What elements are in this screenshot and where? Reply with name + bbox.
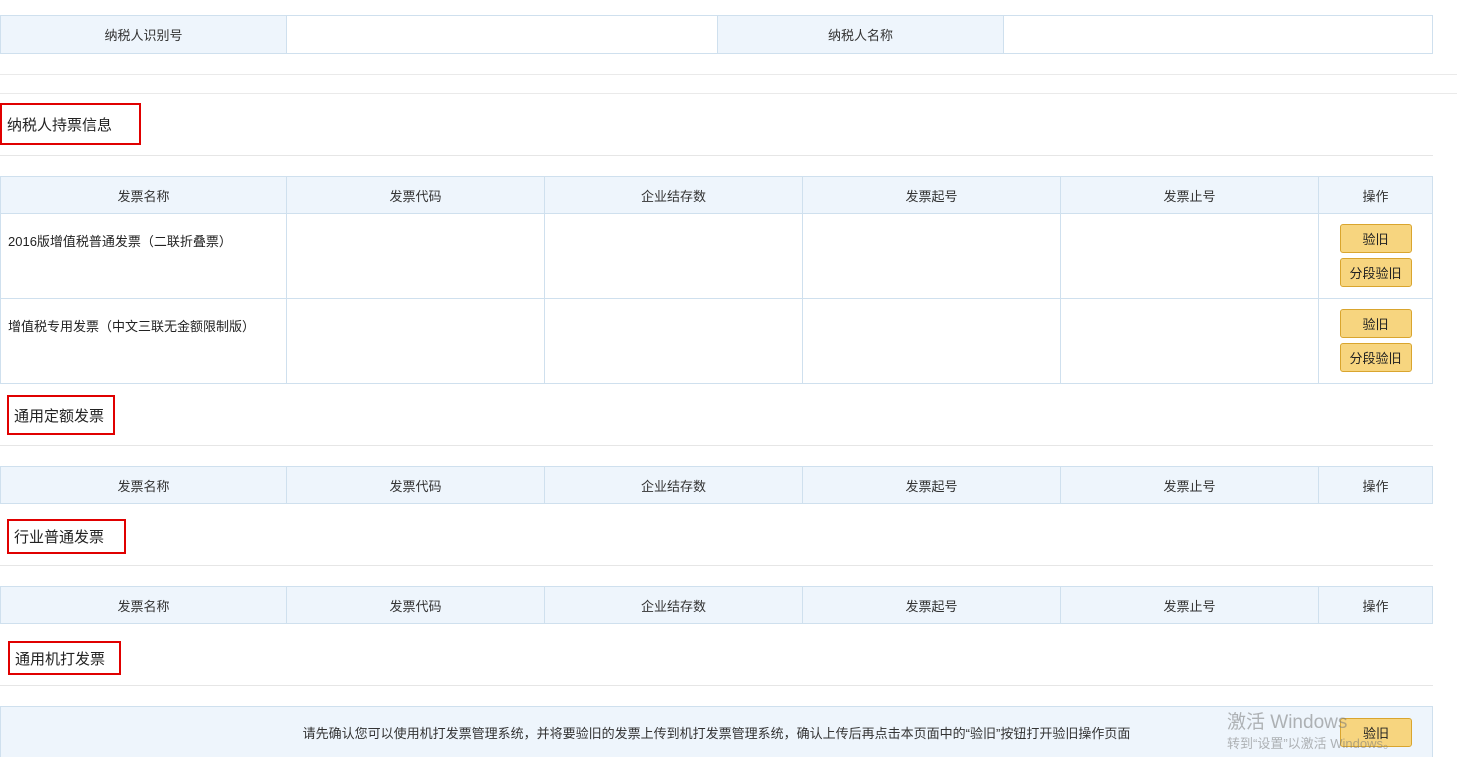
section-title-held-invoices: 纳税人持票信息 xyxy=(0,103,141,145)
table-header: 发票名称 发票代码 企业结存数 发票起号 发票止号 操作 xyxy=(1,587,1432,623)
table-row: 2016版增值税普通发票（二联折叠票） 验旧 分段验旧 xyxy=(1,213,1432,298)
start-number-cell xyxy=(803,214,1061,298)
section-title-industry-invoices: 行业普通发票 xyxy=(7,519,126,554)
column-header-start-number: 发票起号 xyxy=(803,467,1061,503)
table-row: 增值税专用发票（中文三联无金额限制版） 验旧 分段验旧 xyxy=(1,298,1432,383)
column-header-end-number: 发票止号 xyxy=(1061,467,1319,503)
column-header-invoice-name: 发票名称 xyxy=(1,177,287,213)
segment-verify-button[interactable]: 分段验旧 xyxy=(1339,258,1412,287)
invoice-name-cell: 2016版增值税普通发票（二联折叠票） xyxy=(1,214,287,298)
actions-cell: 验旧 分段验旧 xyxy=(1319,299,1432,383)
column-header-actions: 操作 xyxy=(1362,188,1389,204)
machine-verify-button[interactable]: 验旧 xyxy=(1340,718,1412,747)
machine-invoice-notice: 请先确认您可以使用机打发票管理系统，并将要验旧的发票上传到机打发票管理系统，确认… xyxy=(0,706,1433,757)
column-header-end-number: 发票止号 xyxy=(1061,587,1319,623)
column-header-end-number: 发票止号 xyxy=(1061,177,1319,213)
divider xyxy=(0,445,1433,446)
invoice-code-cell xyxy=(287,214,545,298)
column-header-invoice-code: 发票代码 xyxy=(287,467,545,503)
divider xyxy=(0,565,1433,566)
divider xyxy=(0,155,1433,156)
column-header-invoice-name: 发票名称 xyxy=(1,467,287,503)
industry-invoices-table: 发票名称 发票代码 企业结存数 发票起号 发票止号 操作 xyxy=(0,586,1433,624)
invoice-verification-page: 纳税人识别号 纳税人名称 纳税人持票信息 发票名称 发票代码 企业结存数 发票起… xyxy=(0,0,1457,757)
segment-verify-button[interactable]: 分段验旧 xyxy=(1339,343,1412,372)
column-header-invoice-name: 发票名称 xyxy=(1,587,287,623)
column-header-start-number: 发票起号 xyxy=(803,587,1061,623)
column-header-stock-count: 企业结存数 xyxy=(545,587,803,623)
column-header-actions: 操作 xyxy=(1362,478,1389,494)
invoice-code-cell xyxy=(287,299,545,383)
invoice-name-cell: 增值税专用发票（中文三联无金额限制版） xyxy=(1,299,287,383)
verify-button[interactable]: 验旧 xyxy=(1339,309,1412,338)
column-header-stock-count: 企业结存数 xyxy=(545,467,803,503)
end-number-cell xyxy=(1061,299,1319,383)
quota-invoices-table: 发票名称 发票代码 企业结存数 发票起号 发票止号 操作 xyxy=(0,466,1433,504)
taxpayer-name-value xyxy=(1004,16,1432,53)
section-separator xyxy=(0,74,1457,94)
column-header-start-number: 发票起号 xyxy=(803,177,1061,213)
divider xyxy=(0,685,1433,686)
verify-button[interactable]: 验旧 xyxy=(1339,224,1412,253)
table-header: 发票名称 发票代码 企业结存数 发票起号 发票止号 操作 xyxy=(1,467,1432,503)
column-header-actions: 操作 xyxy=(1362,598,1389,614)
taxpayer-info-row: 纳税人识别号 纳税人名称 xyxy=(0,15,1433,54)
section-title-quota-invoices: 通用定额发票 xyxy=(7,395,115,435)
stock-count-cell xyxy=(545,299,803,383)
section-title-machine-invoices: 通用机打发票 xyxy=(8,641,121,675)
actions-cell: 验旧 分段验旧 xyxy=(1319,214,1432,298)
stock-count-cell xyxy=(545,214,803,298)
taxpayer-id-value xyxy=(287,16,718,53)
start-number-cell xyxy=(803,299,1061,383)
end-number-cell xyxy=(1061,214,1319,298)
column-header-invoice-code: 发票代码 xyxy=(287,177,545,213)
column-header-invoice-code: 发票代码 xyxy=(287,587,545,623)
held-invoices-table: 发票名称 发票代码 企业结存数 发票起号 发票止号 操作 2016版增值税普通发… xyxy=(0,176,1433,384)
taxpayer-id-label: 纳税人识别号 xyxy=(1,16,287,53)
taxpayer-name-label: 纳税人名称 xyxy=(718,16,1004,53)
notice-text: 请先确认您可以使用机打发票管理系统，并将要验旧的发票上传到机打发票管理系统，确认… xyxy=(302,725,1131,741)
table-header: 发票名称 发票代码 企业结存数 发票起号 发票止号 操作 xyxy=(1,177,1432,213)
column-header-stock-count: 企业结存数 xyxy=(545,177,803,213)
